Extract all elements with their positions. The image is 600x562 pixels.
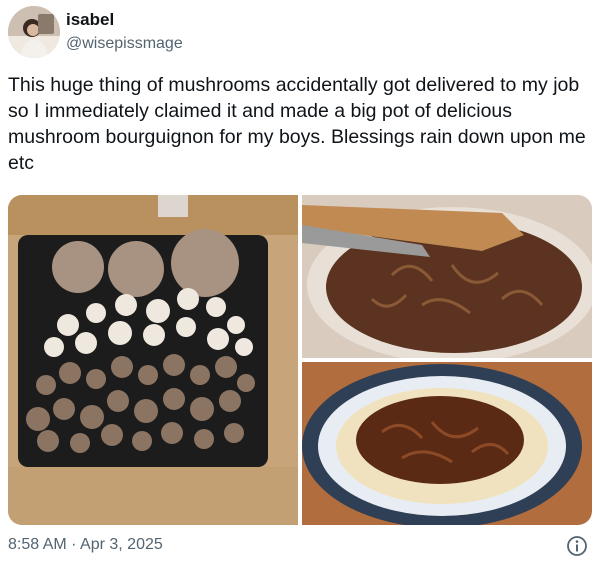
tweet-text: This huge thing of mushrooms accidentall… (8, 74, 586, 174)
plated-bourguignon-photo[interactable] (302, 362, 592, 525)
pot-bourguignon-photo[interactable] (302, 195, 592, 358)
info-circle-icon[interactable] (566, 535, 588, 557)
author-display-name[interactable]: isabel (66, 10, 114, 30)
author-handle[interactable]: @wisepissmage (66, 35, 183, 53)
tweet-timestamp[interactable]: 8:58 AM · Apr 3, 2025 (8, 536, 163, 554)
author-avatar[interactable] (8, 6, 60, 58)
mushroom-tray-photo[interactable] (8, 195, 298, 525)
tweet-media-grid (8, 195, 592, 525)
